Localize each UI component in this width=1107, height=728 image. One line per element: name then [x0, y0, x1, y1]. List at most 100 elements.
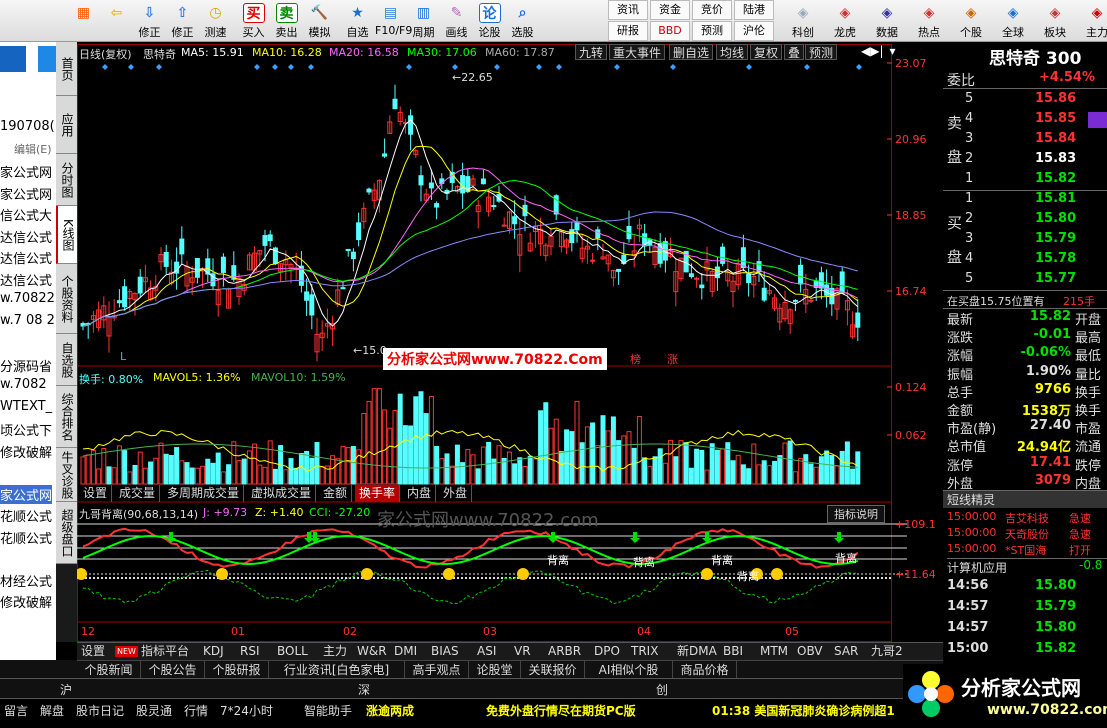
chart-tool-button[interactable]: 叠	[784, 44, 805, 60]
vtab-4[interactable]: 个股资料	[56, 264, 77, 334]
toolbar-right-button[interactable]: ◈ 科创	[782, 0, 824, 42]
status-msg[interactable]: 免费外盘行情尽在期货PC版	[486, 702, 636, 719]
toolbar-grid-button[interactable]: 研报	[608, 21, 648, 41]
toolbar-right-button[interactable]: ◈ 板块	[1034, 0, 1076, 42]
indicator-tab[interactable]: ASI	[477, 643, 496, 660]
indicator-tab[interactable]: BOLL	[277, 643, 308, 660]
toolbar-grid-button[interactable]: 陆港	[734, 0, 774, 20]
toolbar-right-button[interactable]: ◈ 热点	[908, 0, 950, 42]
indicator-tab[interactable]: 九哥2	[871, 643, 903, 660]
index-sh[interactable]: 沪	[60, 681, 72, 698]
indicator-help-button[interactable]: 指标说明	[827, 505, 885, 523]
info-tab[interactable]: 个股公告	[141, 661, 205, 679]
vtab-2[interactable]: 分时图	[56, 154, 77, 206]
chart-tool-button[interactable]: 预测	[805, 44, 838, 60]
volume-tab[interactable]: 多周期成交量	[163, 485, 245, 502]
vtab-1[interactable]: 应用	[56, 96, 77, 154]
toolbar-grid-button[interactable]: 沪伦	[734, 21, 774, 41]
status-item[interactable]: 股灵通	[136, 702, 172, 719]
indicator-tab[interactable]: DPO	[594, 643, 620, 660]
info-tab[interactable]: 关联报价	[521, 661, 585, 679]
sell-price[interactable]: 15.84	[1035, 131, 1076, 146]
chart-tool-button[interactable]: 九转	[575, 44, 608, 60]
indicator-tab[interactable]: 新DMA	[677, 643, 717, 660]
buy-price[interactable]: 15.78	[1035, 251, 1076, 266]
toolbar-grid-button[interactable]: 资讯	[608, 0, 648, 20]
sell-price[interactable]: 15.85	[1035, 111, 1076, 126]
sell-price[interactable]: 15.83	[1035, 151, 1076, 166]
toolbar-grid-button[interactable]: 资金	[650, 0, 690, 20]
indicator-tab[interactable]: 指标平台	[141, 643, 189, 660]
status-msg[interactable]: 01:38 美国新冠肺炎确诊病例超1	[712, 702, 902, 719]
indicator-tab[interactable]: 设置	[81, 643, 105, 660]
toolbar-grid-button[interactable]: 竞价	[692, 0, 732, 20]
vtab-6[interactable]: 综合排名	[56, 386, 77, 448]
toolbar-right-button[interactable]: ◈ 龙虎	[824, 0, 866, 42]
sell-price[interactable]: 15.86	[1035, 91, 1076, 106]
chart-tool-button[interactable]: 复权	[750, 44, 783, 60]
volume-tab[interactable]: 虚拟成交量	[247, 485, 317, 502]
close-icon[interactable]: ▾	[890, 44, 896, 58]
status-item[interactable]: 股市日记	[76, 702, 124, 719]
sprite-title[interactable]: 短线精灵	[943, 490, 1107, 508]
info-tab[interactable]: 高手观点	[405, 661, 469, 679]
nav-arrows[interactable]: ◀▶| ▾	[861, 44, 896, 58]
f10-toolbar-button[interactable]: ▤ F10/F9	[375, 0, 412, 42]
indicator-tab[interactable]: BBI	[723, 643, 743, 660]
info-tab[interactable]: 商品价格	[673, 661, 737, 679]
windows-toolbar-button[interactable]: ▦	[68, 0, 99, 42]
indicator-tab[interactable]: VR	[514, 643, 531, 660]
volume-tab[interactable]: 成交量	[115, 485, 161, 502]
index-cy[interactable]: 创	[656, 681, 668, 698]
period-toolbar-button[interactable]: ▥ 周期	[408, 0, 439, 42]
down-toolbar-button[interactable]: ⇩ 修正	[134, 0, 165, 42]
search-toolbar-button[interactable]: ⌕ 选股	[507, 0, 538, 42]
buy-price[interactable]: 15.79	[1035, 231, 1076, 246]
buy-toolbar-button[interactable]: 买买入	[238, 0, 269, 42]
vtab-3[interactable]: K线图	[56, 206, 77, 264]
status-item[interactable]: 留言	[4, 702, 28, 719]
sell-toolbar-button[interactable]: 卖卖出	[271, 0, 302, 42]
up-toolbar-button[interactable]: ⇧ 修正	[167, 0, 198, 42]
volume-tab[interactable]: 金额	[319, 485, 353, 502]
indicator-tab[interactable]: MTM	[760, 643, 788, 660]
indicator-tab[interactable]: BIAS	[431, 643, 459, 660]
index-sz[interactable]: 深	[358, 681, 370, 698]
toolbar-right-button[interactable]: ◈ 全球	[992, 0, 1034, 42]
buy-price[interactable]: 15.77	[1035, 271, 1076, 286]
draw-toolbar-button[interactable]: ✎ 画线	[441, 0, 472, 42]
toolbar-grid-button[interactable]: BBD	[650, 21, 690, 41]
sell-price[interactable]: 15.82	[1035, 171, 1076, 186]
vtab-5[interactable]: 自选股	[56, 334, 77, 386]
info-tab[interactable]: AI相似个股	[585, 661, 673, 679]
info-tab[interactable]: 个股研报	[205, 661, 269, 679]
volume-tab[interactable]: 内盘	[403, 485, 437, 502]
status-item[interactable]: 解盘	[40, 702, 64, 719]
status-item[interactable]: 行情	[184, 702, 208, 719]
star-toolbar-button[interactable]: ★ 自选	[342, 0, 373, 42]
back-toolbar-button[interactable]: ⇦	[101, 0, 132, 42]
info-tab[interactable]: 个股新闻	[77, 661, 141, 679]
toolbar-right-button[interactable]: ◈ 数据	[866, 0, 908, 42]
status-item[interactable]: 7*24小时	[220, 702, 273, 719]
indicator-tab[interactable]: W&R	[357, 643, 387, 660]
indicator-tab[interactable]: OBV	[797, 643, 823, 660]
toolbar-right-button[interactable]: ◈ 个股	[950, 0, 992, 42]
chart-tool-button[interactable]: 删自选	[669, 44, 714, 60]
indicator-tab[interactable]: SAR	[834, 643, 858, 660]
info-tab[interactable]: 论股堂	[469, 661, 521, 679]
status-msg[interactable]: 涨逾两成	[366, 702, 414, 719]
clock-toolbar-button[interactable]: ◷ 测速	[200, 0, 231, 42]
indicator-tab[interactable]: RSI	[240, 643, 260, 660]
lun-toolbar-button[interactable]: 论论股	[474, 0, 505, 42]
indicator-tab[interactable]: 主力	[323, 643, 347, 660]
vtab-8[interactable]: 超级盘口	[56, 502, 77, 564]
volume-tab[interactable]: 外盘	[439, 485, 473, 502]
kline-chart[interactable]: 日线(复权) 思特奇 MA5: 15.91 MA10: 16.28 MA20: …	[77, 44, 943, 642]
buy-price[interactable]: 15.80	[1035, 211, 1076, 226]
vtab-7[interactable]: 牛叉诊股	[56, 448, 77, 502]
chart-tool-button[interactable]: 重大事件	[609, 44, 666, 60]
vtab-0[interactable]: 首页	[56, 42, 77, 96]
indicator-tab[interactable]: ARBR	[548, 643, 581, 660]
info-tab[interactable]: 行业资讯[白色家电]	[269, 661, 405, 679]
